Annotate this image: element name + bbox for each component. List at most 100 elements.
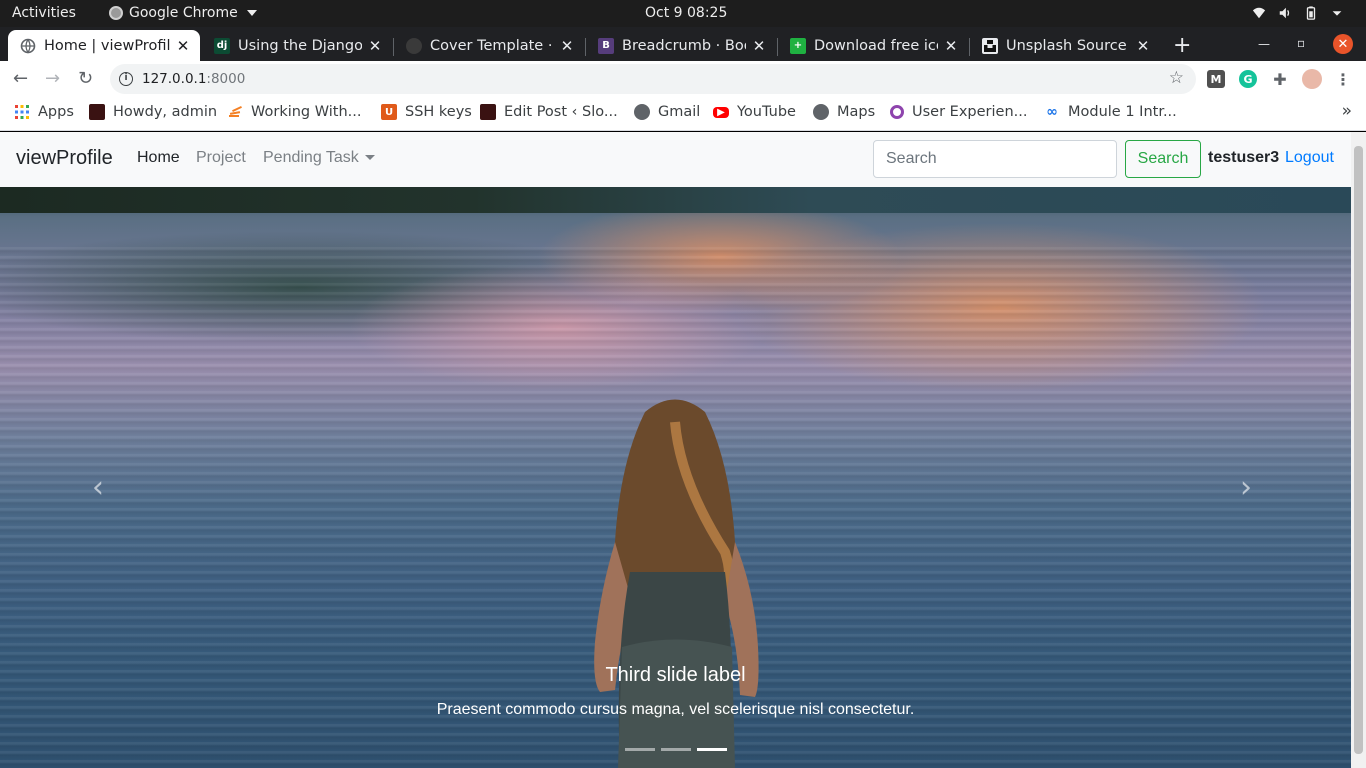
bookmark-edit-post[interactable]: Edit Post ‹ Slo... [480,104,618,120]
nav-dropdown-label: Pending Task [263,149,359,166]
logout-link[interactable]: Logout [1285,149,1334,167]
globe-icon [20,38,36,54]
youtube-icon: ▶ [713,106,729,118]
page-scrollbar[interactable] [1351,132,1366,768]
bookmark-star-icon[interactable]: ☆ [1169,68,1184,88]
url-port: :8000 [206,71,246,87]
app-menu-label: Google Chrome [129,5,238,21]
unsplash-icon [982,37,998,54]
search-input[interactable] [873,140,1117,178]
carousel-indicators [625,748,727,751]
bookmark-label: Edit Post ‹ Slo... [504,104,618,120]
carousel-indicator-3[interactable] [697,748,727,751]
carousel-prev-chevron-icon[interactable]: ‹ [92,470,104,505]
close-icon[interactable]: ✕ [944,37,958,55]
bookmark-apps[interactable]: Apps [14,104,74,120]
url-text[interactable]: 127.0.0.1:8000 [142,71,245,87]
extension-m-icon[interactable]: M [1207,70,1225,88]
chrome-icon [109,6,123,20]
site-info-icon[interactable]: i [119,72,133,86]
close-icon[interactable]: ✕ [1136,37,1150,55]
globe-icon [634,104,650,120]
extensions-puzzle-icon[interactable]: ✚ [1271,70,1289,89]
tab-django[interactable]: dj Using the Django a ✕ [202,30,392,61]
bookmark-label: YouTube [737,104,796,120]
bootstrap-icon: B [598,37,614,54]
nav-dropdown-pending-task[interactable]: Pending Task [263,149,375,167]
grammarly-icon[interactable]: G [1239,70,1257,88]
github-icon [406,37,422,54]
close-icon[interactable]: ✕ [176,37,190,55]
stack-icon [227,104,243,120]
bookmark-label: Howdy, admin [113,104,218,120]
scrollbar-thumb[interactable] [1354,146,1363,754]
bookmark-maps[interactable]: Maps [813,104,875,120]
app-menu[interactable]: Google Chrome [109,5,257,21]
window-close-icon[interactable]: ✕ [1333,34,1353,54]
bookmark-module-1[interactable]: ∞ Module 1 Intr... [1044,104,1177,120]
forward-arrow-icon[interactable]: → [45,68,60,89]
page-viewport: viewProfile Home Project Pending Task Se… [0,132,1351,768]
carousel-next-chevron-icon[interactable]: › [1240,470,1252,505]
battery-icon [1306,6,1316,20]
username-label: testuser3 [1208,149,1280,166]
tab-download-icons[interactable]: + Download free ico ✕ [778,30,968,61]
bookmarks-bar: Apps Howdy, admin Working With... U SSH … [0,97,1366,131]
bookmark-gmail[interactable]: Gmail [634,104,700,120]
carousel-caption-title: Third slide label [605,664,746,686]
close-icon[interactable]: ✕ [368,37,382,55]
infinity-icon: ∞ [1046,104,1058,120]
bookmark-user-experience[interactable]: User Experien... [890,104,1027,120]
slide-image-shoreline [0,187,1351,213]
tab-title: Cover Template · B [430,37,554,54]
nav-link-project[interactable]: Project [196,149,246,167]
site-icon [480,104,496,120]
u-icon: U [381,104,397,120]
icons-icon: + [790,37,806,54]
bookmark-youtube[interactable]: ▶ YouTube [713,104,796,120]
minimize-icon[interactable]: — [1258,37,1270,51]
bookmark-label: Apps [38,104,74,120]
carousel-indicator-2[interactable] [661,748,691,751]
browser-toolbar: ← → ↻ i 127.0.0.1:8000 ☆ M G ✚ ⋮ [0,61,1366,97]
close-icon[interactable]: ✕ [560,37,574,55]
clock[interactable]: Oct 9 08:25 [645,5,727,21]
bookmark-ssh-keys[interactable]: U SSH keys [381,104,472,120]
new-tab-plus-icon[interactable]: + [1173,33,1191,58]
bookmarks-overflow-icon[interactable]: » [1342,101,1352,121]
search-button[interactable]: Search [1125,140,1201,178]
carousel-indicator-1[interactable] [625,748,655,751]
chevron-down-icon [246,10,257,16]
wifi-icon [1252,7,1266,19]
maximize-icon[interactable]: ▫ [1297,36,1305,50]
menu-kebab-icon[interactable]: ⋮ [1334,70,1352,89]
navbar-brand[interactable]: viewProfile [16,147,113,170]
nav-link-home[interactable]: Home [137,149,180,167]
tab-home-viewprofile[interactable]: Home | viewProfile ✕ [8,30,200,61]
chevron-down-icon [364,155,375,161]
reload-icon[interactable]: ↻ [78,68,93,89]
apps-grid-icon [14,104,30,120]
tab-title: Download free ico [814,37,938,54]
bookmark-label: Module 1 Intr... [1068,104,1177,120]
carousel-caption-text: Praesent commodo cursus magna, vel scele… [436,701,915,718]
tab-cover-template[interactable]: Cover Template · B ✕ [394,30,584,61]
close-icon[interactable]: ✕ [752,37,766,55]
bookmark-working-with[interactable]: Working With... [227,104,362,120]
ring-icon [890,105,904,119]
hero-carousel: ‹ › Third slide label Praesent commodo c… [0,187,1351,768]
bookmark-label: SSH keys [405,104,472,120]
activities-button[interactable]: Activities [12,5,76,21]
tab-breadcrumb[interactable]: B Breadcrumb · Boot ✕ [586,30,776,61]
bookmark-howdy-admin[interactable]: Howdy, admin [89,104,217,120]
system-tray[interactable] [1252,6,1344,20]
tab-title: Using the Django a [238,37,362,54]
globe-icon [813,104,829,120]
tab-unsplash[interactable]: Unsplash Source | A ✕ [970,30,1160,61]
url-host: 127.0.0.1 [142,71,207,87]
django-icon: dj [214,37,230,54]
volume-icon [1279,7,1290,19]
address-bar[interactable]: i 127.0.0.1:8000 ☆ [110,64,1196,94]
back-arrow-icon[interactable]: ← [13,68,28,89]
profile-avatar[interactable] [1302,69,1322,89]
